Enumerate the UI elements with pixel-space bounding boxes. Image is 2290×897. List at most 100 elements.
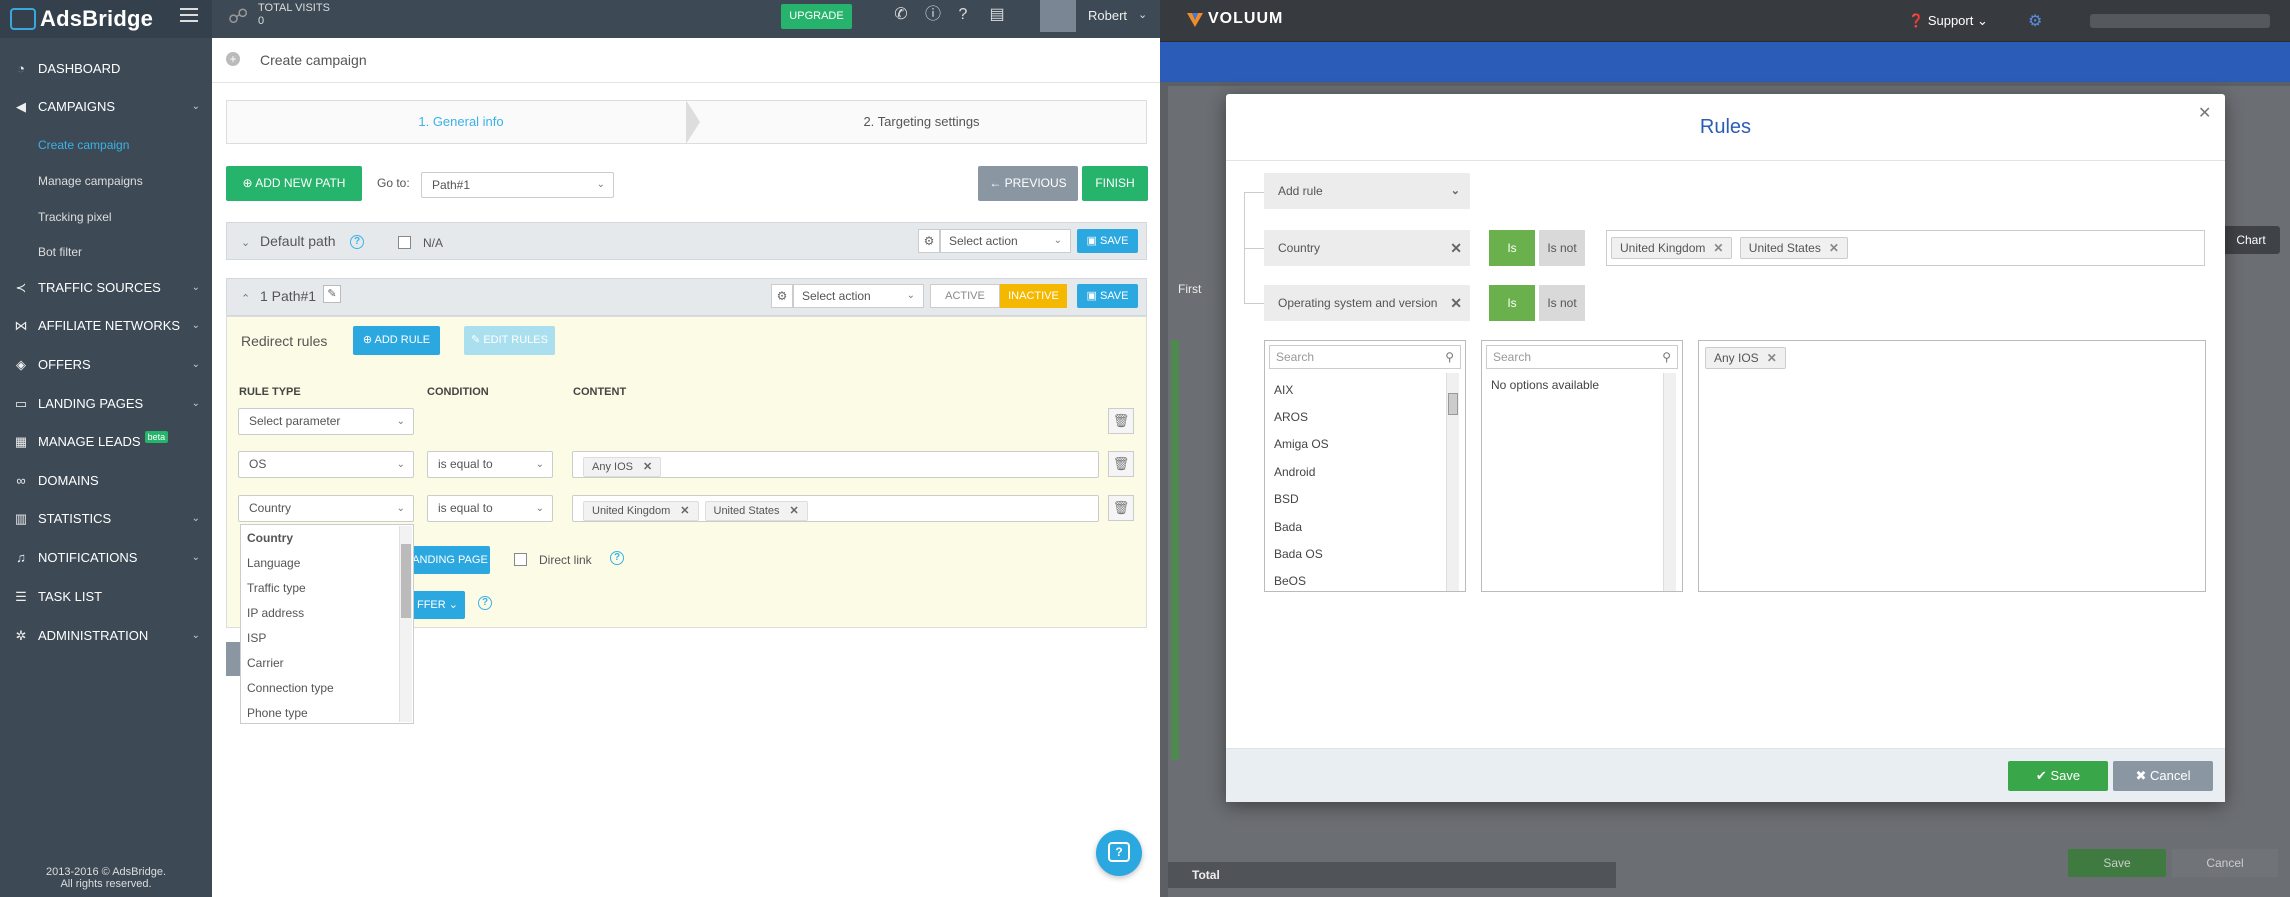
dropdown-option[interactable]: Phone type: [247, 706, 308, 720]
add-rule-button[interactable]: ⊕ ADD RULE: [353, 326, 440, 355]
gears-icon[interactable]: ⚙: [918, 229, 940, 253]
rule-os-version[interactable]: Operating system and version ✕: [1264, 285, 1470, 321]
info-icon[interactable]: ⓘ: [922, 4, 944, 26]
sidebar-subitem-bot-filter[interactable]: Bot filter: [0, 234, 212, 270]
pencil-icon[interactable]: ✎: [323, 285, 341, 303]
gears-icon[interactable]: ⚙: [771, 284, 793, 308]
remove-icon[interactable]: ✕: [1450, 285, 1462, 321]
active-toggle[interactable]: ACTIVE: [930, 284, 1000, 308]
help-icon[interactable]: ?: [350, 235, 364, 249]
remove-icon[interactable]: ✕: [1713, 241, 1723, 255]
dropdown-option[interactable]: Carrier: [247, 656, 284, 670]
sidebar-item-campaigns[interactable]: ◀ CAMPAIGNS ⌄: [0, 88, 212, 126]
trash-icon[interactable]: 🗑: [1108, 408, 1134, 434]
chevron-up-icon[interactable]: ⌃: [241, 292, 250, 305]
list-item[interactable]: Bada OS: [1274, 547, 1323, 561]
user-name[interactable]: Robert: [1088, 8, 1127, 23]
default-path-save-button[interactable]: ▣ SAVE: [1077, 229, 1138, 253]
dropdown-option[interactable]: Country: [247, 531, 293, 545]
rule-country-is-not-button[interactable]: Is not: [1539, 230, 1585, 266]
os-list-scroll-thumb[interactable]: [1448, 393, 1458, 415]
path1-action-select[interactable]: Select action ⌄: [793, 284, 924, 308]
background-save-button[interactable]: Save: [2068, 849, 2166, 877]
pagination-first[interactable]: First: [1178, 282, 1201, 296]
landing-page-button[interactable]: ANDING PAGE: [410, 546, 490, 574]
trash-icon[interactable]: 🗑: [1108, 451, 1134, 477]
version-list-scrollbar[interactable]: [1663, 373, 1676, 591]
sidebar-subitem-manage-campaigns[interactable]: Manage campaigns: [0, 163, 212, 199]
edit-rules-button[interactable]: ✎ EDIT RULES: [464, 326, 555, 355]
na-checkbox[interactable]: [398, 236, 411, 249]
default-path-action-select[interactable]: Select action ⌄: [940, 229, 1071, 253]
list-item[interactable]: BSD: [1274, 492, 1299, 506]
version-search-input[interactable]: Search ⚲: [1486, 345, 1678, 369]
direct-link-checkbox[interactable]: [514, 553, 527, 566]
rule-type-select-param[interactable]: Select parameter ⌄: [238, 408, 414, 435]
selected-values-box[interactable]: Any IOS ✕: [1698, 340, 2206, 592]
finish-button[interactable]: FINISH: [1082, 166, 1148, 201]
content-country[interactable]: United Kingdom ✕ United States ✕: [572, 495, 1099, 522]
adsbridge-logo[interactable]: AdsBridge: [40, 6, 153, 32]
close-icon[interactable]: ✕: [2198, 103, 2211, 123]
sidebar-item-notifications[interactable]: ♫ NOTIFICATIONS ⌄: [0, 539, 212, 577]
condition-os[interactable]: is equal to ⌄: [427, 451, 553, 478]
avatar[interactable]: [1040, 0, 1076, 32]
cancel-button[interactable]: ✖ Cancel: [2113, 761, 2213, 791]
sidebar-item-offers[interactable]: ◈ OFFERS ⌄: [0, 346, 212, 384]
dropdown-option[interactable]: Language: [247, 556, 300, 570]
offer-button[interactable]: FFER ⌄: [410, 591, 465, 619]
sidebar-item-traffic-sources[interactable]: ≺ TRAFFIC SOURCES ⌄: [0, 269, 212, 307]
goto-select[interactable]: Path#1 ⌄: [421, 172, 614, 198]
rule-os-is-button[interactable]: Is: [1489, 285, 1535, 321]
remove-icon[interactable]: ✕: [790, 505, 799, 517]
rule-type-os[interactable]: OS ⌄: [238, 451, 414, 478]
sidebar-subitem-create-campaign[interactable]: Create campaign: [0, 127, 212, 163]
step-targeting-settings[interactable]: 2. Targeting settings: [696, 100, 1147, 144]
list-item[interactable]: AROS: [1274, 410, 1308, 424]
contact-card-icon[interactable]: ▤: [986, 4, 1008, 26]
sidebar-item-administration[interactable]: ✲ ADMINISTRATION ⌄: [0, 617, 212, 655]
chevron-down-icon[interactable]: ⌄: [241, 236, 250, 249]
os-search-input[interactable]: Search ⚲: [1269, 345, 1461, 369]
sidebar-subitem-tracking-pixel[interactable]: Tracking pixel: [0, 199, 212, 235]
dropdown-option[interactable]: Traffic type: [247, 581, 306, 595]
sidebar-item-landing-pages[interactable]: ▭ LANDING PAGES ⌄: [0, 385, 212, 423]
list-item[interactable]: BeOS: [1274, 574, 1306, 588]
voluum-logo[interactable]: VOLUUM: [1208, 10, 1283, 28]
rule-country[interactable]: Country ✕: [1264, 230, 1470, 266]
list-item[interactable]: Amiga OS: [1274, 437, 1329, 451]
content-os[interactable]: Any IOS ✕: [572, 451, 1099, 478]
dropdown-option[interactable]: Connection type: [247, 681, 334, 695]
sidebar-item-domains[interactable]: ∞ DOMAINS: [0, 462, 212, 500]
rule-country-is-button[interactable]: Is: [1489, 230, 1535, 266]
help-icon[interactable]: ?: [952, 4, 974, 26]
remove-icon[interactable]: ✕: [1829, 241, 1839, 255]
inactive-toggle[interactable]: INACTIVE: [1000, 284, 1067, 308]
trash-icon[interactable]: 🗑: [1108, 495, 1134, 521]
step-general-info[interactable]: 1. General info: [226, 100, 696, 144]
account-info[interactable]: [2090, 14, 2270, 28]
phone-icon[interactable]: ✆: [890, 4, 912, 26]
menu-toggle-icon[interactable]: [180, 8, 198, 22]
sidebar-item-task-list[interactable]: ☰ TASK LIST: [0, 578, 212, 616]
rule-type-country[interactable]: Country ⌄: [238, 495, 414, 522]
list-item[interactable]: Android: [1274, 465, 1315, 479]
remove-icon[interactable]: ✕: [680, 505, 689, 517]
path1-save-button[interactable]: ▣ SAVE: [1077, 284, 1138, 308]
chat-icon[interactable]: ?: [1108, 842, 1130, 862]
help-icon[interactable]: ?: [610, 551, 624, 565]
chart-button[interactable]: Chart: [2222, 226, 2280, 254]
background-cancel-button[interactable]: Cancel: [2172, 849, 2278, 877]
country-values-input[interactable]: United Kingdom ✕ United States ✕: [1606, 230, 2205, 266]
dropdown-scroll-thumb[interactable]: [401, 544, 411, 618]
sidebar-item-statistics[interactable]: ▥ STATISTICS ⌄: [0, 500, 212, 538]
remove-icon[interactable]: ✕: [643, 461, 652, 473]
chevron-down-icon[interactable]: ⌄: [1138, 8, 1147, 21]
dropdown-option[interactable]: ISP: [247, 631, 266, 645]
sidebar-item-affiliate-networks[interactable]: ⋈ AFFILIATE NETWORKS ⌄: [0, 307, 212, 345]
upgrade-button[interactable]: UPGRADE: [781, 4, 852, 29]
condition-country[interactable]: is equal to ⌄: [427, 495, 553, 522]
sidebar-item-manage-leads[interactable]: ▦ MANAGE LEADS beta: [0, 423, 212, 461]
help-icon[interactable]: ?: [478, 596, 492, 610]
dropdown-option[interactable]: IP address: [247, 606, 304, 620]
